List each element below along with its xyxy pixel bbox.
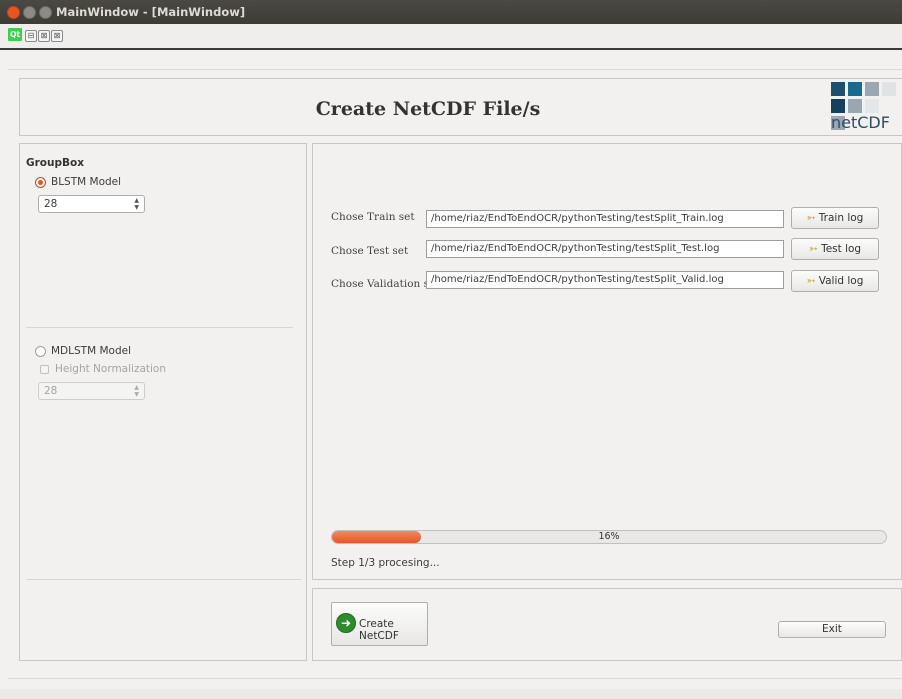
- train-path-field[interactable]: /home/riaz/EndToEndOCR/pythonTesting/tes…: [426, 210, 784, 228]
- train-label: Chose Train set: [331, 211, 415, 223]
- valid-path-field[interactable]: /home/riaz/EndToEndOCR/pythonTesting/tes…: [426, 271, 784, 289]
- folder-icon: ➳: [808, 243, 818, 255]
- status-strip: [0, 689, 902, 699]
- mdlstm-spin-value: 28: [44, 385, 58, 397]
- valid-log-button-label: Valid log: [818, 275, 864, 287]
- test-path-field[interactable]: /home/riaz/EndToEndOCR/pythonTesting/tes…: [426, 240, 784, 258]
- status-text: Step 1/3 procesing...: [331, 557, 440, 569]
- progress-bar: 16%: [331, 530, 887, 544]
- groupbox-title: GroupBox: [26, 157, 84, 169]
- go-arrow-icon: ➜: [336, 613, 356, 633]
- blstm-spinbox[interactable]: 28 ▲ ▼: [38, 195, 145, 213]
- progress-text: 16%: [598, 531, 620, 542]
- maximize-window-icon[interactable]: [39, 6, 52, 19]
- create-netcdf-button[interactable]: ➜ Create NetCDF: [331, 602, 428, 646]
- blstm-radio[interactable]: [35, 177, 46, 188]
- mdi-restore-icon[interactable]: ⊠: [38, 30, 50, 42]
- valid-log-button[interactable]: ➳ Valid log: [791, 270, 879, 292]
- test-log-button[interactable]: ➳ Test log: [791, 238, 879, 260]
- separator: [8, 69, 902, 70]
- close-window-icon[interactable]: [7, 6, 20, 19]
- mdlstm-radio-label[interactable]: MDLSTM Model: [51, 345, 131, 357]
- train-log-button-label: Train log: [818, 212, 864, 224]
- window-title: MainWindow - [MainWindow]: [56, 5, 246, 19]
- mdi-bar: [0, 24, 902, 48]
- blstm-radio-label[interactable]: BLSTM Model: [51, 176, 121, 188]
- folder-icon: ➳: [806, 212, 816, 224]
- valid-label: Chose Validation set: [331, 278, 440, 290]
- netcdf-logo-text: netCDF: [831, 113, 890, 132]
- mdi-close-icon[interactable]: ⊠: [51, 30, 63, 42]
- spin-arrows-icon[interactable]: ▲ ▼: [134, 384, 139, 398]
- test-log-button-label: Test log: [821, 243, 862, 255]
- mdi-divider: [0, 48, 902, 50]
- left-panel: [19, 143, 307, 661]
- left-panel-divider: [26, 327, 293, 328]
- mdlstm-spinbox[interactable]: 28 ▲ ▼: [38, 382, 145, 400]
- spin-arrows-icon[interactable]: ▲ ▼: [134, 197, 139, 211]
- test-label: Chose Test set: [331, 245, 409, 257]
- train-log-button[interactable]: ➳ Train log: [791, 207, 879, 229]
- left-panel-bottom-divider: [26, 579, 301, 580]
- minimize-window-icon[interactable]: [23, 6, 36, 19]
- create-netcdf-label: Create NetCDF: [359, 618, 399, 642]
- height-norm-checkbox[interactable]: [40, 365, 49, 374]
- mdlstm-radio[interactable]: [35, 346, 46, 357]
- blstm-spin-value: 28: [44, 198, 58, 210]
- mdi-minimize-icon[interactable]: ⊟: [25, 30, 37, 42]
- exit-button[interactable]: Exit: [778, 621, 886, 638]
- height-norm-label[interactable]: Height Normalization: [55, 363, 166, 375]
- folder-icon: ➳: [806, 275, 816, 287]
- bottom-separator: [8, 678, 902, 679]
- qt-logo-icon: Qt: [8, 28, 22, 41]
- page-title: Create NetCDF File/s: [315, 98, 541, 120]
